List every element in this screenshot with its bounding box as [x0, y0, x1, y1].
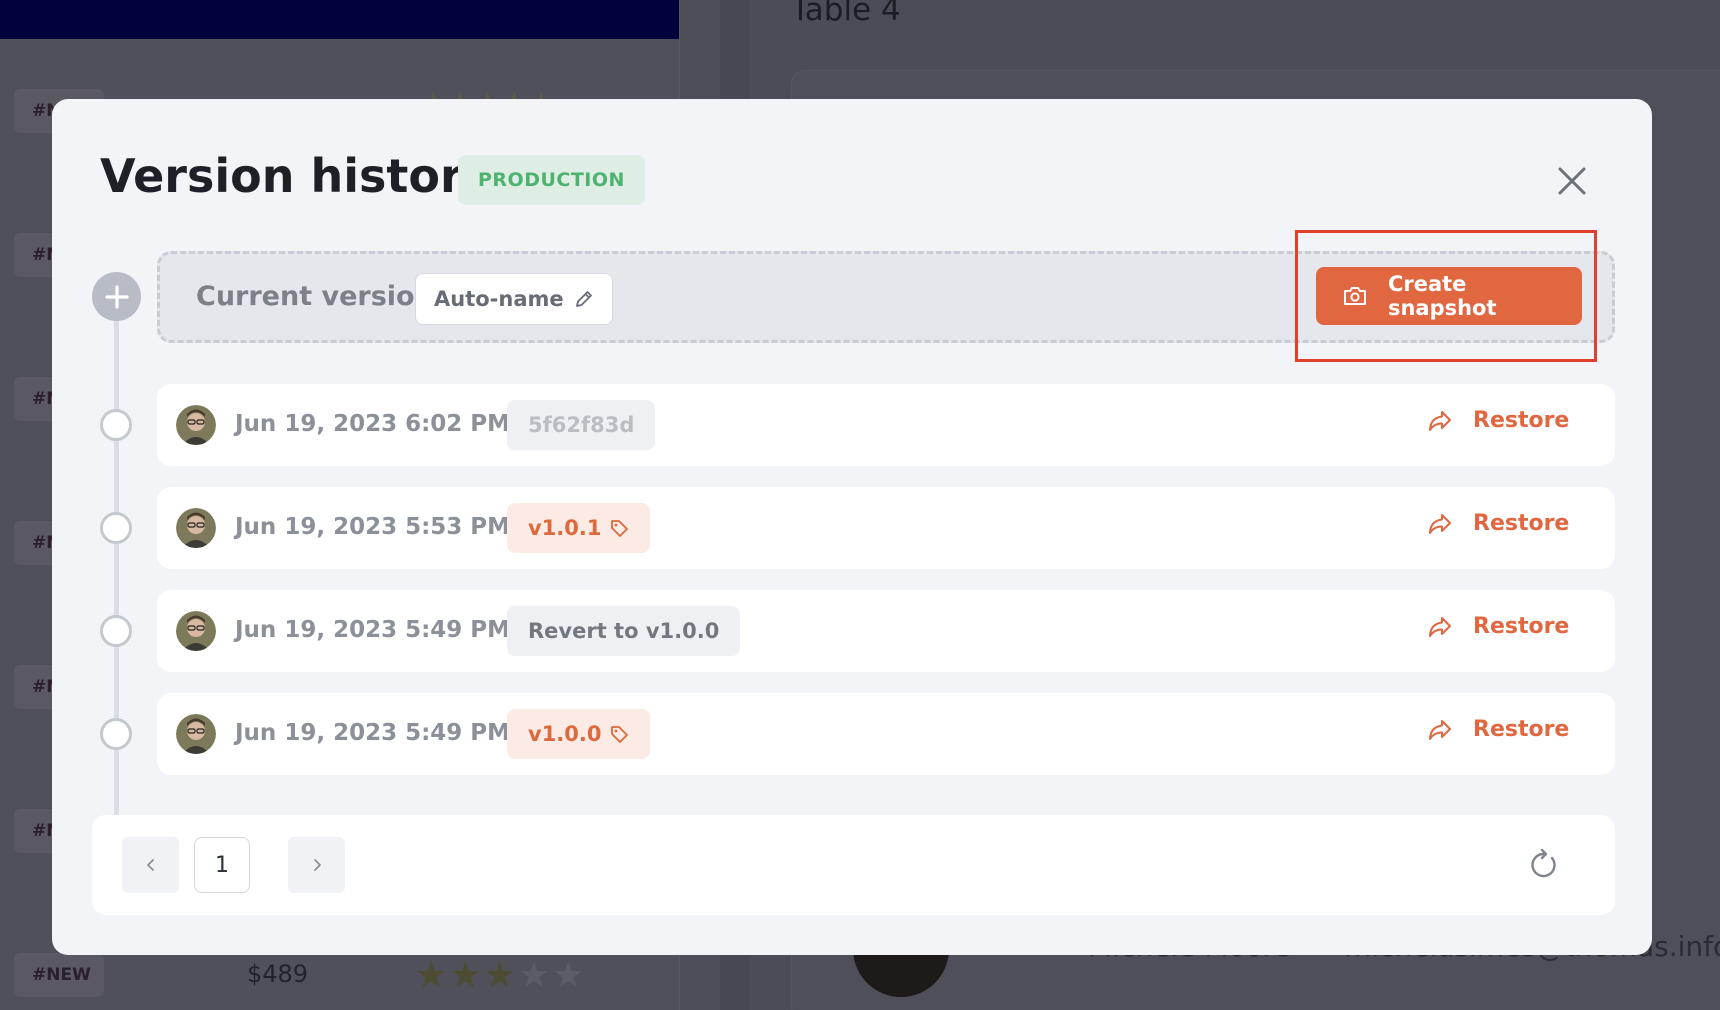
next-page-button[interactable]	[288, 837, 345, 893]
version-tag: v1.0.0	[507, 709, 651, 759]
version-row: Jun 19, 2023 5:49 PM v1.0.0 Restore	[157, 693, 1615, 775]
tag-icon	[611, 726, 629, 743]
pagination-footer: 1	[92, 815, 1615, 915]
plus-icon	[104, 284, 129, 309]
timeline-dot	[100, 718, 132, 750]
create-snapshot-label: Create snapshot	[1387, 272, 1497, 320]
timeline-dot	[100, 512, 132, 544]
version-hash: 5f62f83d	[507, 400, 656, 450]
background-table-title: Table 4	[791, 0, 901, 28]
background-price: $489	[247, 960, 309, 988]
restore-button[interactable]: Restore	[1427, 408, 1569, 433]
restore-label: Restore	[1473, 717, 1570, 742]
version-tag-label: v1.0.1	[528, 516, 602, 540]
create-snapshot-button[interactable]: Create snapshot	[1316, 267, 1582, 325]
modal-title: Version history	[100, 149, 493, 203]
background-top-bar	[0, 0, 679, 39]
refresh-button[interactable]	[1525, 847, 1561, 883]
refresh-icon	[1531, 848, 1556, 878]
background-row-tag: #NEW	[14, 953, 104, 997]
avatar	[176, 508, 216, 548]
share-arrow-icon	[1429, 410, 1451, 431]
avatar	[176, 405, 216, 445]
version-history-modal: Version history PRODUCTION Current versi…	[52, 99, 1652, 955]
version-tag-label: 5f62f83d	[528, 413, 635, 437]
page-number-button[interactable]: 1	[194, 837, 250, 893]
version-date: Jun 19, 2023 5:49 PM	[235, 720, 511, 746]
timeline-dot	[100, 409, 132, 441]
avatar	[176, 611, 216, 651]
version-row: Jun 19, 2023 5:49 PM Revert to v1.0.0 Re…	[157, 590, 1615, 672]
version-tag: v1.0.1	[507, 503, 651, 553]
version-date: Jun 19, 2023 5:49 PM	[235, 617, 511, 643]
share-arrow-icon	[1429, 513, 1451, 534]
star-empty-icon: ★★	[517, 955, 587, 996]
timeline-current-marker	[92, 272, 141, 321]
version-row: Jun 19, 2023 5:53 PM v1.0.1 Restore	[157, 487, 1615, 569]
chevron-right-icon	[313, 859, 321, 871]
restore-label: Restore	[1473, 408, 1570, 433]
version-row: Jun 19, 2023 6:02 PM 5f62f83d Restore	[157, 384, 1615, 466]
timeline-line	[114, 299, 119, 834]
camera-icon	[1343, 287, 1366, 305]
avatar	[176, 714, 216, 754]
auto-name-button[interactable]: Auto-name	[415, 273, 613, 325]
version-message: Revert to v1.0.0	[507, 606, 741, 656]
version-date: Jun 19, 2023 6:02 PM	[235, 411, 511, 437]
background-star-rating: ★★★★★	[415, 955, 586, 996]
restore-button[interactable]: Restore	[1427, 717, 1569, 742]
pencil-icon	[575, 291, 592, 307]
timeline-dot	[100, 615, 132, 647]
previous-page-button[interactable]	[122, 837, 179, 893]
version-tag-label: v1.0.0	[528, 722, 602, 746]
version-tag-label: Revert to v1.0.0	[528, 619, 720, 643]
share-arrow-icon	[1429, 719, 1451, 740]
current-version-label: Current version	[196, 281, 434, 312]
auto-name-label: Auto-name	[434, 287, 564, 311]
version-date: Jun 19, 2023 5:53 PM	[235, 514, 511, 540]
restore-button[interactable]: Restore	[1427, 511, 1569, 536]
environment-badge: PRODUCTION	[458, 155, 645, 205]
restore-label: Restore	[1473, 511, 1570, 536]
tag-icon	[611, 520, 629, 537]
close-button[interactable]	[1550, 159, 1594, 203]
restore-label: Restore	[1473, 614, 1570, 639]
restore-button[interactable]: Restore	[1427, 614, 1569, 639]
star-icon: ★★★	[415, 955, 518, 996]
close-icon	[1558, 167, 1586, 195]
chevron-left-icon	[146, 859, 154, 871]
share-arrow-icon	[1429, 616, 1451, 637]
